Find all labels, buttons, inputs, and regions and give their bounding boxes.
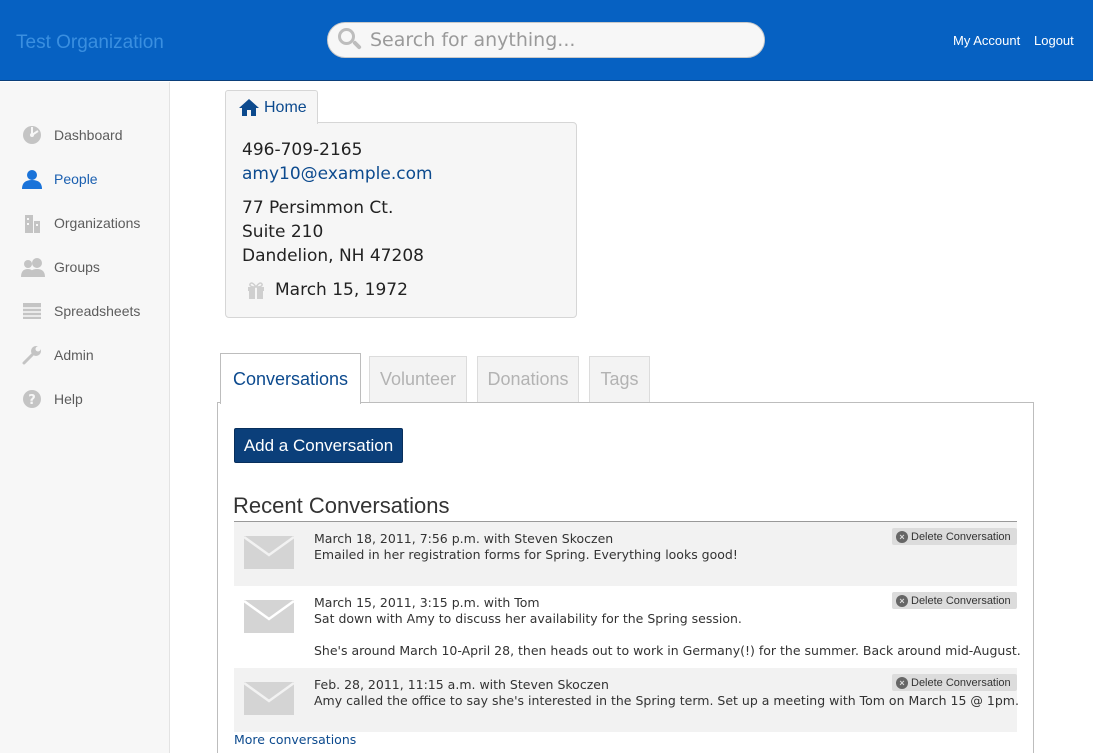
person-icon [22, 170, 42, 189]
search-icon [336, 26, 364, 54]
conversation-text: Amy called the office to say she's inter… [314, 693, 1019, 708]
sidebar-item-admin[interactable]: Admin [0, 340, 170, 370]
top-bar: Test Organization My Account Logout [0, 0, 1093, 81]
list-item: Feb. 28, 2011, 11:15 a.m. with Steven Sk… [234, 668, 1019, 732]
dashboard-icon [23, 126, 41, 144]
envelope-icon [244, 536, 294, 569]
contact-card: 496-709-2165 amy10@example.com 77 Persim… [225, 122, 577, 318]
delete-conversation-button[interactable]: × Delete Conversation [892, 592, 1017, 609]
conversation-text: Emailed in her registration forms for Sp… [314, 547, 738, 562]
sidebar-item-label: Organizations [54, 215, 141, 231]
sidebar: Dashboard People Organizations Groups Sp… [0, 82, 170, 753]
building-icon [25, 215, 40, 233]
home-icon [239, 99, 259, 116]
delete-label: Delete Conversation [911, 676, 1011, 689]
help-icon: ? [23, 390, 41, 408]
close-icon: × [896, 530, 908, 543]
recent-conversations-heading: Recent Conversations [233, 493, 450, 518]
address-line: 77 Persimmon Ct. [242, 198, 394, 218]
search-box[interactable] [327, 22, 765, 58]
delete-conversation-button[interactable]: × Delete Conversation [892, 528, 1017, 545]
conversation-text: Sat down with Amy to discuss her availab… [314, 611, 742, 626]
delete-label: Delete Conversation [911, 594, 1011, 607]
conversation-meta: Feb. 28, 2011, 11:15 a.m. with Steven Sk… [314, 677, 609, 692]
sidebar-item-dashboard[interactable]: Dashboard [0, 120, 170, 150]
tab-tags[interactable]: Tags [589, 356, 650, 402]
contact-tab-home[interactable]: Home [225, 90, 318, 124]
list-item: March 18, 2011, 7:56 p.m. with Steven Sk… [234, 522, 1017, 586]
birthday-text: March 15, 1972 [275, 280, 408, 300]
phone-number: 496-709-2165 [242, 140, 363, 160]
sidebar-item-people[interactable]: People [0, 164, 170, 194]
search-input[interactable] [370, 29, 750, 51]
logout-link[interactable]: Logout [1034, 33, 1074, 48]
close-icon: × [896, 676, 908, 689]
more-conversations-link[interactable]: More conversations [234, 732, 356, 747]
spreadsheet-icon [23, 303, 41, 319]
wrench-icon [22, 346, 41, 365]
tab-conversations[interactable]: Conversations [220, 353, 361, 404]
email-link[interactable]: amy10@example.com [242, 164, 433, 184]
my-account-link[interactable]: My Account [953, 33, 1020, 48]
svg-text:?: ? [28, 393, 36, 408]
group-icon [21, 258, 45, 277]
sidebar-item-help[interactable]: ? Help [0, 384, 170, 414]
address-line: Dandelion, NH 47208 [242, 246, 424, 266]
sidebar-item-label: People [54, 171, 98, 187]
address-line: Suite 210 [242, 222, 324, 242]
envelope-icon [244, 682, 294, 715]
sidebar-item-label: Help [54, 391, 83, 407]
sidebar-item-spreadsheets[interactable]: Spreadsheets [0, 296, 170, 326]
close-icon: × [896, 594, 908, 607]
contact-tab-label: Home [264, 98, 307, 116]
sidebar-item-label: Dashboard [54, 127, 123, 143]
conversation-meta: March 15, 2011, 3:15 p.m. with Tom [314, 595, 540, 610]
tab-volunteer[interactable]: Volunteer [369, 356, 467, 402]
tab-donations[interactable]: Donations [477, 356, 579, 402]
delete-conversation-button[interactable]: × Delete Conversation [892, 674, 1017, 691]
envelope-icon [244, 600, 294, 633]
sidebar-item-label: Admin [54, 347, 94, 363]
conversation-text: She's around March 10-April 28, then hea… [314, 643, 1021, 658]
sidebar-item-label: Spreadsheets [54, 303, 141, 319]
list-item: March 15, 2011, 3:15 p.m. with Tom Sat d… [234, 586, 1021, 668]
sidebar-item-organizations[interactable]: Organizations [0, 208, 170, 238]
delete-label: Delete Conversation [911, 530, 1011, 543]
gift-icon [248, 282, 264, 299]
org-name[interactable]: Test Organization [16, 32, 164, 54]
add-conversation-button[interactable]: Add a Conversation [234, 428, 403, 463]
sidebar-item-groups[interactable]: Groups [0, 252, 170, 282]
sidebar-item-label: Groups [54, 259, 100, 275]
conversation-meta: March 18, 2011, 7:56 p.m. with Steven Sk… [314, 531, 614, 546]
